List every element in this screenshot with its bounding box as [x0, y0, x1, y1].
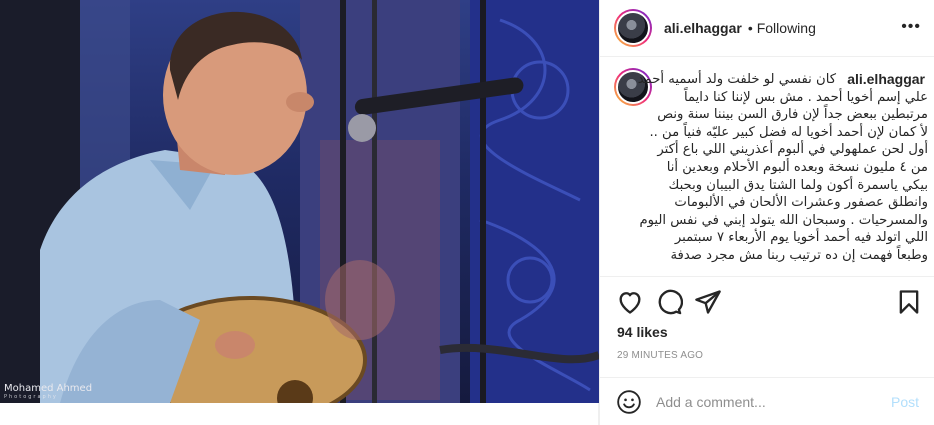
caption-line: اللي اتولد فيه أحمد أخويا يوم الأربعاء ٧… [674, 230, 928, 246]
caption-line: وطبعاً فهمت إن ده ترتيب ربنا مش مجرد صدف… [670, 247, 928, 263]
caption-text: كان نفسي لو خلفت ولد أسميه أحمد علي إسم … [637, 71, 928, 265]
header-username-link[interactable]: ali.elhaggar [664, 20, 742, 36]
post-side-panel: ali.elhaggar • Following ••• ali.elhagga… [599, 0, 934, 425]
caption-line: أول لحن عملهولي في ألبوم أعذريني اللي با… [657, 142, 928, 158]
photographer-watermark: Mohamed Ahmed Photography [4, 384, 92, 400]
caption-line: لأ كمان لإن أحمد أخويا له فضل كبير عليّه… [649, 124, 928, 140]
caption-line: كان نفسي لو خلفت ولد أسميه أحمد [637, 72, 836, 87]
smiley-icon[interactable] [616, 389, 642, 415]
heart-icon[interactable] [616, 288, 644, 316]
header-avatar[interactable] [614, 9, 652, 47]
caption-area: ali.elhaggar كان نفسي لو خلفت ولد أسميه … [600, 57, 934, 277]
post-photo[interactable]: Mohamed Ahmed Photography [0, 0, 599, 403]
caption-line: مرتبطين ببعض جداً لإن فارق السن بيننا سن… [657, 107, 928, 123]
caption-line: علي إسم أخويا أحمد . مش بس لإننا كنا داي… [684, 89, 928, 105]
caption-line: بيكي ياسمرة أكون ولما الشتا يدق البيبان … [668, 177, 928, 193]
likes-count[interactable]: 94 likes [617, 324, 668, 340]
caption-line: من ٤ مليون نسخة وبعده ألبوم الأحلام وبعد… [666, 159, 928, 175]
post-header: ali.elhaggar • Following ••• [600, 0, 934, 57]
watermark-name: Mohamed Ahmed [4, 383, 93, 394]
header-separator: • [747, 20, 753, 36]
following-button[interactable]: Following [757, 20, 816, 36]
post-timestamp[interactable]: 29 MINUTES AGO [617, 350, 703, 361]
caption-line: والمسرحيات . وسبحان الله يتولد إبني في ن… [639, 212, 928, 228]
comment-icon[interactable] [655, 288, 683, 316]
comment-input[interactable] [656, 393, 876, 410]
post-comment-button[interactable]: Post [891, 394, 919, 410]
action-bar [600, 288, 934, 320]
photo-bottom-strip [0, 403, 599, 425]
comment-composer: Post [600, 377, 934, 425]
photo-illustration [0, 0, 599, 403]
caption-line: وانطلق عصفور وعشرات الألحان في الألبومات [674, 195, 928, 211]
send-icon[interactable] [694, 288, 722, 316]
avatar-image [616, 11, 650, 45]
watermark-subtitle: Photography [4, 394, 58, 400]
more-options-icon[interactable]: ••• [901, 18, 921, 36]
bookmark-icon[interactable] [895, 288, 923, 316]
